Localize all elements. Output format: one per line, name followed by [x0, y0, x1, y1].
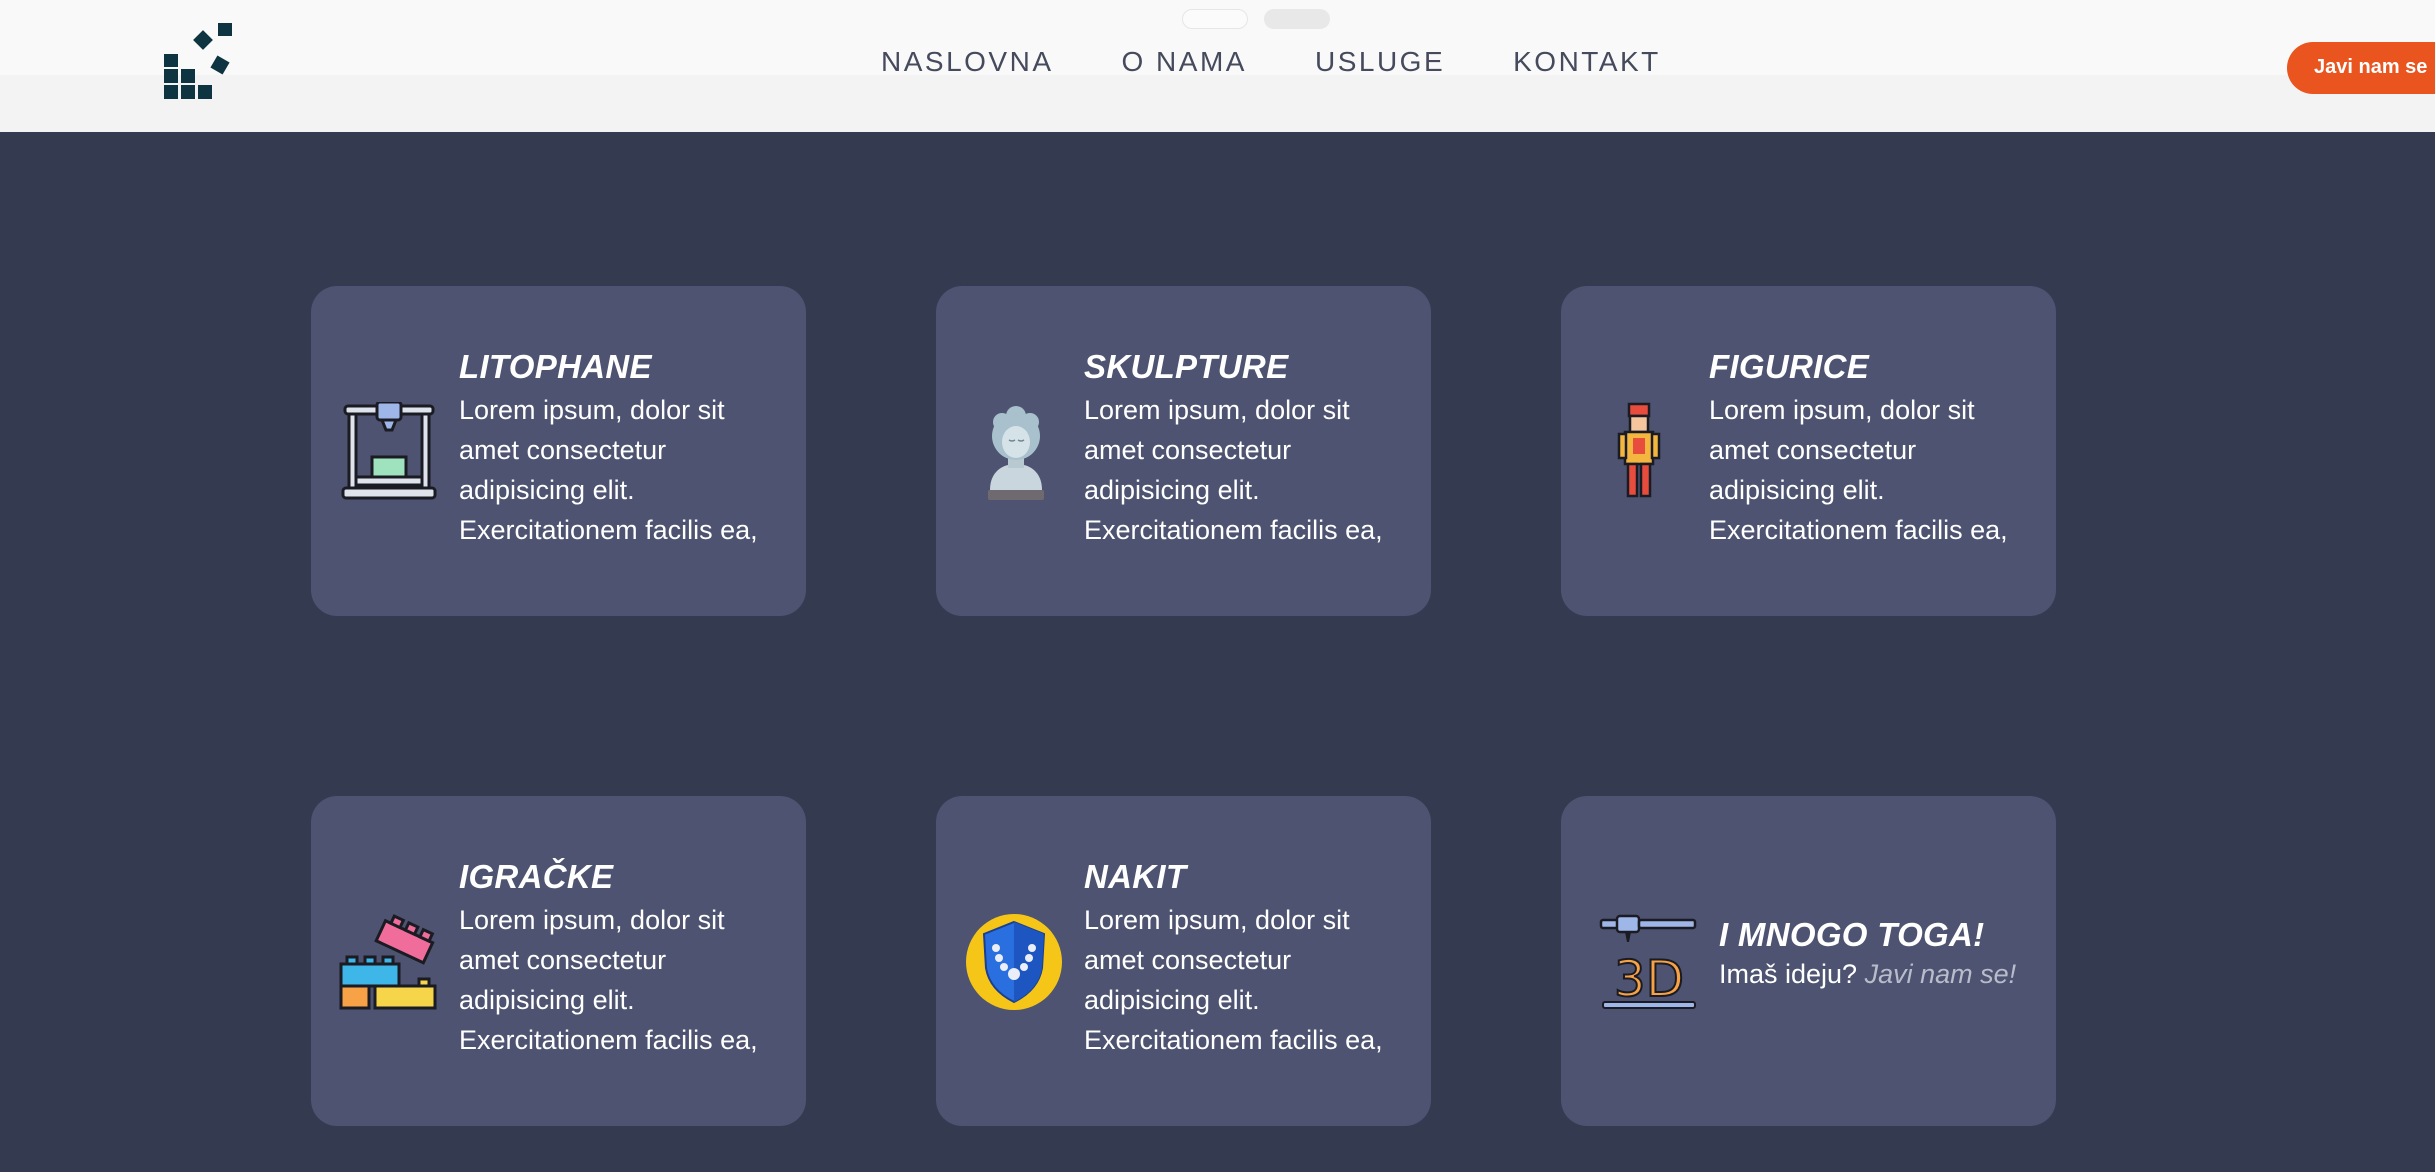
necklace-shield-icon	[966, 914, 1062, 1010]
service-card-figurice[interactable]: FIGURICE Lorem ipsum, dolor sit amet con…	[1561, 286, 2056, 616]
slider-dot-active[interactable]	[1264, 9, 1330, 29]
card-title: FIGURICE	[1709, 348, 1870, 385]
nav-usluge[interactable]: USLUGE	[1315, 46, 1445, 78]
3d-pen-icon: 3D	[1599, 914, 1697, 1009]
service-card-igracke[interactable]: IGRAČKE Lorem ipsum, dolor sit amet cons…	[311, 796, 806, 1126]
card-title: SKULPTURE	[1084, 348, 1289, 385]
service-card-nakit[interactable]: NAKIT Lorem ipsum, dolor sit amet consec…	[936, 796, 1431, 1126]
logo-icon[interactable]	[160, 20, 250, 110]
lego-bricks-icon	[339, 914, 437, 1010]
card-description: Lorem ipsum, dolor sit amet consectetur …	[1084, 395, 1383, 545]
card-title: NAKIT	[1084, 858, 1187, 895]
main-nav: NASLOVNA O NAMA USLUGE KONTAKT	[881, 42, 1661, 82]
nav-o-nama[interactable]: O NAMA	[1122, 46, 1247, 78]
card-description: Lorem ipsum, dolor sit amet consectetur …	[1709, 395, 2008, 545]
site-header: NASLOVNA O NAMA USLUGE KONTAKT Javi nam …	[0, 0, 2435, 132]
card-title: I MNOGO TOGA!	[1719, 916, 1985, 953]
bust-sculpture-icon	[988, 406, 1044, 500]
card-description: Lorem ipsum, dolor sit amet consectetur …	[1084, 905, 1383, 1055]
service-card-litophane[interactable]: LITOPHANE Lorem ipsum, dolor sit amet co…	[311, 286, 806, 616]
service-card-more[interactable]: 3D I MNOGO TOGA! Imaš ideju? Javi nam se…	[1561, 796, 2056, 1126]
service-card-skulpture[interactable]: SKULPTURE Lorem ipsum, dolor sit amet co…	[936, 286, 1431, 616]
nav-naslovna[interactable]: NASLOVNA	[881, 46, 1054, 78]
card-description: Imaš ideju? Javi nam se!	[1719, 959, 2017, 989]
toy-soldier-icon	[1617, 402, 1661, 498]
card-title: IGRAČKE	[459, 858, 614, 895]
slider-dot[interactable]	[1182, 9, 1248, 29]
card-title: LITOPHANE	[459, 348, 652, 385]
nav-kontakt[interactable]: KONTAKT	[1513, 46, 1661, 78]
3d-printer-icon	[341, 402, 437, 500]
card-description: Lorem ipsum, dolor sit amet consectetur …	[459, 905, 758, 1055]
contact-button[interactable]: Javi nam se	[2287, 42, 2435, 94]
svg-text:3D: 3D	[1614, 950, 1684, 1008]
card-description: Lorem ipsum, dolor sit amet consectetur …	[459, 395, 758, 545]
contact-link[interactable]: Javi nam se!	[1865, 959, 2017, 989]
